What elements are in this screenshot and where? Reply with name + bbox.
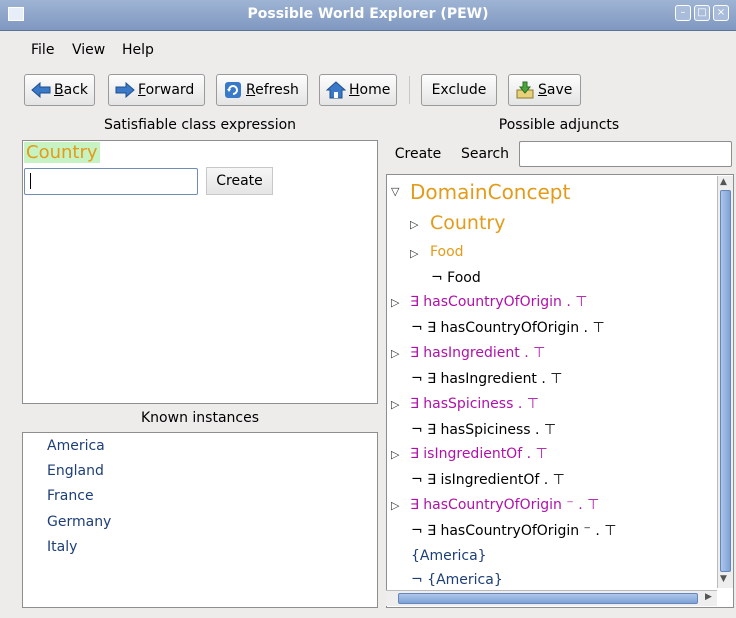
home-mnemonic: H [349, 82, 360, 98]
back-button[interactable]: Back [24, 74, 95, 106]
class-expression[interactable]: Country [24, 142, 100, 163]
text-caret [30, 173, 31, 189]
save-mnemonic: S [538, 82, 547, 98]
tree-node-not-role[interactable]: ¬ ∃ hasCountryOfOrigin ⁻ . ⊤ [411, 523, 617, 539]
menu-view[interactable]: View [72, 42, 105, 58]
window-title: Possible World Explorer (PEW) [247, 6, 489, 22]
save-icon [515, 81, 535, 99]
scroll-thumb[interactable] [720, 190, 731, 572]
tree-node-individual[interactable]: {America} [411, 548, 487, 564]
scroll-thumb[interactable] [398, 593, 698, 604]
scroll-up-icon[interactable]: ▲ [720, 177, 727, 187]
tree-node-domainconcept[interactable]: DomainConcept [410, 180, 570, 204]
tree-node-not-role[interactable]: ¬ ∃ hasCountryOfOrigin . ⊤ [411, 320, 605, 336]
known-instances-header: Known instances [141, 410, 259, 426]
title-bar: Possible World Explorer (PEW) – □ × [0, 0, 736, 31]
menu-help[interactable]: Help [122, 42, 154, 58]
create-adjunct-button[interactable]: Create [386, 140, 450, 168]
save-button[interactable]: Save [508, 74, 581, 106]
tree-node-not-role[interactable]: ¬ ∃ isIngredientOf . ⊤ [411, 472, 565, 488]
list-item[interactable]: France [47, 488, 94, 504]
minimize-icon[interactable]: – [675, 5, 691, 21]
list-item[interactable]: England [47, 463, 104, 479]
home-label: ome [359, 82, 391, 98]
class-expression-input[interactable] [24, 168, 198, 195]
exclude-label: Exclude [431, 82, 487, 98]
tree-node-role[interactable]: ∃ hasSpiciness . ⊤ [410, 396, 539, 412]
toolbar-separator [409, 76, 410, 104]
forward-button[interactable]: Forward [108, 74, 205, 106]
refresh-mnemonic: R [246, 82, 256, 98]
save-label: ave [546, 82, 573, 98]
search-input[interactable] [519, 141, 732, 167]
list-item[interactable]: America [47, 438, 105, 454]
tree-node-not-role[interactable]: ¬ ∃ hasSpiciness . ⊤ [411, 422, 556, 438]
satisfiable-header: Satisfiable class expression [103, 117, 297, 133]
scroll-down-icon[interactable]: ▼ [720, 574, 727, 584]
tree-node-not-role[interactable]: ¬ ∃ hasIngredient . ⊤ [411, 371, 562, 387]
tree-node-not-food[interactable]: ¬ Food [431, 270, 481, 286]
vertical-scrollbar[interactable]: ▲ ▼ [717, 176, 733, 588]
forward-label: orward [145, 82, 195, 98]
triangle-right-icon[interactable]: ▷ [410, 247, 418, 260]
home-button[interactable]: Home [319, 74, 397, 106]
home-icon [326, 81, 346, 99]
menu-file[interactable]: File [31, 42, 54, 58]
list-item[interactable]: Italy [47, 539, 77, 555]
close-icon[interactable]: × [713, 5, 729, 21]
refresh-button[interactable]: Refresh [216, 74, 308, 106]
back-mnemonic: B [54, 82, 64, 98]
triangle-right-icon[interactable]: ▷ [391, 347, 399, 360]
arrow-right-icon [115, 81, 135, 99]
exclude-button[interactable]: Exclude [421, 74, 497, 106]
tree-node-role[interactable]: ∃ hasIngredient . ⊤ [410, 345, 545, 361]
arrow-left-icon [31, 81, 51, 99]
tree-node-role[interactable]: ∃ hasCountryOfOrigin . ⊤ [410, 294, 587, 310]
search-button[interactable]: Search [454, 140, 516, 168]
triangle-right-icon[interactable]: ▷ [391, 398, 399, 411]
tree-node-not-individual[interactable]: ¬ {America} [411, 572, 503, 588]
triangle-right-icon[interactable]: ▷ [410, 218, 418, 231]
tree-node-country[interactable]: Country [430, 212, 505, 234]
refresh-icon [223, 81, 243, 99]
possible-adjuncts-header: Possible adjuncts [498, 117, 620, 133]
triangle-right-icon[interactable]: ▷ [391, 296, 399, 309]
triangle-right-icon[interactable]: ▷ [391, 448, 399, 461]
tree-node-food[interactable]: Food [430, 244, 464, 260]
maximize-icon[interactable]: □ [694, 5, 710, 21]
create-expression-button[interactable]: Create [206, 167, 273, 195]
refresh-label: efresh [255, 82, 299, 98]
triangle-right-icon[interactable]: ▷ [391, 499, 399, 512]
triangle-down-icon[interactable]: ▽ [391, 185, 399, 198]
back-label: ack [63, 82, 88, 98]
forward-mnemonic: F [138, 82, 146, 98]
scroll-right-icon[interactable]: ▶ [705, 592, 712, 602]
tree-node-role[interactable]: ∃ hasCountryOfOrigin ⁻ . ⊤ [410, 497, 599, 513]
adjuncts-tree [386, 174, 734, 608]
tree-node-role[interactable]: ∃ isIngredientOf . ⊤ [410, 446, 548, 462]
horizontal-scrollbar[interactable]: ▶ [386, 590, 717, 606]
list-item[interactable]: Germany [47, 514, 111, 530]
